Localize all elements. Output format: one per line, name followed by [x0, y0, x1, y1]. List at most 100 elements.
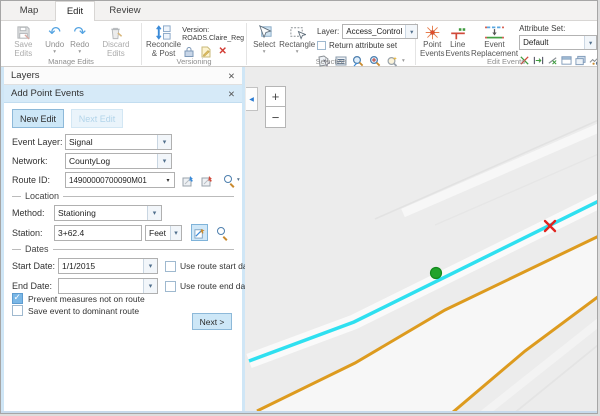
- return-attribute-set-checkbox[interactable]: [317, 41, 326, 50]
- save-icon: [16, 24, 31, 41]
- route-zoom-icon: [224, 175, 235, 186]
- layer-select[interactable]: Access_Control ▾: [342, 24, 418, 39]
- undo-icon: ↶: [48, 24, 61, 41]
- select-button[interactable]: Select ▾: [251, 23, 277, 54]
- line-events-button[interactable]: LineEvents: [445, 23, 469, 59]
- save-dominant-checkbox[interactable]: [12, 305, 23, 316]
- network-label: Network:: [12, 156, 65, 166]
- station-input[interactable]: [54, 225, 142, 241]
- attribute-set-label: Attribute Set:: [519, 24, 597, 33]
- use-route-end-checkbox[interactable]: [165, 281, 176, 292]
- layers-pane-title: Layers: [11, 70, 40, 81]
- group-selection: Select ▾ Rectangle ▾ Layer: Access_Contr…: [247, 21, 415, 67]
- redo-icon: ↷: [73, 24, 86, 41]
- use-route-start-label: Use route start date: [180, 261, 255, 271]
- event-layer-select[interactable]: Signal ▾: [65, 134, 172, 150]
- remove-route-selection-icon[interactable]: [201, 174, 214, 187]
- collapse-left-icon: ◀: [249, 96, 254, 103]
- new-edit-button[interactable]: New Edit: [12, 109, 64, 128]
- route-id-combo[interactable]: 14900000700090M01 ▾: [65, 172, 175, 188]
- rectangle-caret-icon[interactable]: ▾: [296, 50, 299, 54]
- redo-caret-icon[interactable]: ▾: [78, 50, 81, 54]
- map-view[interactable]: ◀ + −: [245, 67, 598, 414]
- reconcile-post-button[interactable]: Reconcile& Post: [146, 23, 181, 59]
- layers-close-icon[interactable]: ✕: [228, 67, 235, 85]
- event-layer-caret-icon[interactable]: ▾: [157, 135, 171, 149]
- tab-edit[interactable]: Edit: [55, 1, 95, 22]
- route-id-caret-icon[interactable]: ▾: [162, 177, 174, 184]
- redo-button[interactable]: ↷ Redo ▾: [68, 23, 92, 54]
- group-label-edit-events: Edit Events: [416, 57, 596, 66]
- method-caret-icon[interactable]: ▾: [147, 206, 161, 220]
- version-value: ROADS.Claire_Reg: [182, 35, 244, 42]
- collapse-pane-button[interactable]: ◀: [246, 87, 258, 111]
- save-edits-button[interactable]: Save Edits: [5, 23, 42, 59]
- layers-pane-header[interactable]: Layers ✕: [4, 67, 242, 85]
- group-edit-events: PointEvents LineEvents EventReplacement …: [416, 21, 596, 67]
- group-label-selection: Selection: [247, 57, 415, 66]
- group-label-manage-edits: Manage Edits: [1, 57, 141, 66]
- undo-button[interactable]: ↶ Undo ▾: [43, 23, 67, 54]
- start-date-label: Start Date:: [12, 261, 58, 271]
- start-date-caret-icon[interactable]: ▾: [143, 259, 157, 273]
- undo-caret-icon[interactable]: ▾: [53, 50, 56, 54]
- group-manage-edits: Save Edits ↶ Undo ▾ ↷ Redo ▾ Discard Edi…: [1, 21, 141, 67]
- prevent-measures-label: Prevent measures not on route: [28, 294, 145, 304]
- route-id-label: Route ID:: [12, 175, 65, 185]
- network-select[interactable]: CountyLog ▾: [65, 153, 172, 169]
- event-replacement-button[interactable]: EventReplacement: [471, 23, 518, 59]
- route-zoom-caret-icon: ▾: [237, 178, 240, 182]
- rectangle-select-icon: [289, 24, 306, 41]
- end-date-label: End Date:: [12, 281, 58, 291]
- prevent-measures-checkbox[interactable]: [12, 293, 23, 304]
- point-events-button[interactable]: PointEvents: [420, 23, 444, 59]
- next-edit-button[interactable]: Next Edit: [71, 109, 123, 128]
- window-bottom-edge: [1, 411, 597, 413]
- tab-map[interactable]: Map: [7, 1, 51, 21]
- start-date-picker[interactable]: 1/1/2015 ▾: [58, 258, 158, 274]
- line-events-icon: [449, 24, 467, 41]
- ribbon-tabbar: Map Edit Review: [1, 1, 598, 21]
- next-button[interactable]: Next >: [192, 313, 232, 330]
- trash-icon: [108, 24, 123, 41]
- event-replacement-icon: [484, 24, 505, 41]
- pane-close-icon[interactable]: ✕: [228, 85, 235, 103]
- pane-title: Add Point Events: [11, 88, 84, 99]
- station-unit-caret-icon[interactable]: ▾: [170, 226, 181, 240]
- station-unit-select[interactable]: Feet ▾: [145, 225, 182, 241]
- reconcile-icon: [155, 24, 172, 41]
- zoom-in-button[interactable]: +: [265, 86, 286, 107]
- attribute-set-select[interactable]: Default ▾: [519, 35, 597, 50]
- pick-station-icon: [194, 227, 206, 239]
- pane-header[interactable]: Add Point Events ✕: [4, 85, 242, 103]
- end-date-caret-icon[interactable]: ▾: [143, 279, 157, 293]
- discard-edits-button[interactable]: Discard Edits: [93, 23, 139, 59]
- method-select[interactable]: Stationing ▾: [54, 205, 162, 221]
- event-point-marker[interactable]: [431, 268, 442, 279]
- station-zoom-icon[interactable]: [217, 227, 228, 238]
- version-label: Version:: [182, 25, 244, 34]
- dates-section-header: Dates: [12, 244, 234, 254]
- layer-label: Layer:: [317, 27, 339, 36]
- select-caret-icon[interactable]: ▾: [263, 50, 266, 54]
- select-route-on-map-icon[interactable]: [182, 174, 195, 187]
- select-cursor-icon: [256, 24, 273, 41]
- group-label-versioning: Versioning: [142, 57, 246, 66]
- map-zoom-control: + −: [265, 86, 286, 128]
- zoom-out-button[interactable]: −: [265, 107, 286, 128]
- ribbon: Save Edits ↶ Undo ▾ ↷ Redo ▾ Discard Edi…: [1, 21, 598, 67]
- point-events-icon: [424, 24, 441, 41]
- pick-station-on-map-button[interactable]: [191, 224, 208, 241]
- map-canvas: [245, 67, 598, 414]
- attribute-set-caret-icon[interactable]: ▾: [584, 36, 596, 49]
- route-zoom-menu-button[interactable]: ▾: [224, 175, 240, 186]
- station-label: Station:: [12, 228, 54, 238]
- rectangle-select-button[interactable]: Rectangle ▾: [278, 23, 316, 54]
- return-attribute-set-label: Return attribute set: [329, 41, 397, 50]
- use-route-start-checkbox[interactable]: [165, 261, 176, 272]
- tab-review[interactable]: Review: [99, 1, 151, 21]
- method-label: Method:: [12, 208, 54, 218]
- end-date-picker[interactable]: ▾: [58, 278, 158, 294]
- network-caret-icon[interactable]: ▾: [157, 154, 171, 168]
- event-layer-label: Event Layer:: [12, 137, 65, 147]
